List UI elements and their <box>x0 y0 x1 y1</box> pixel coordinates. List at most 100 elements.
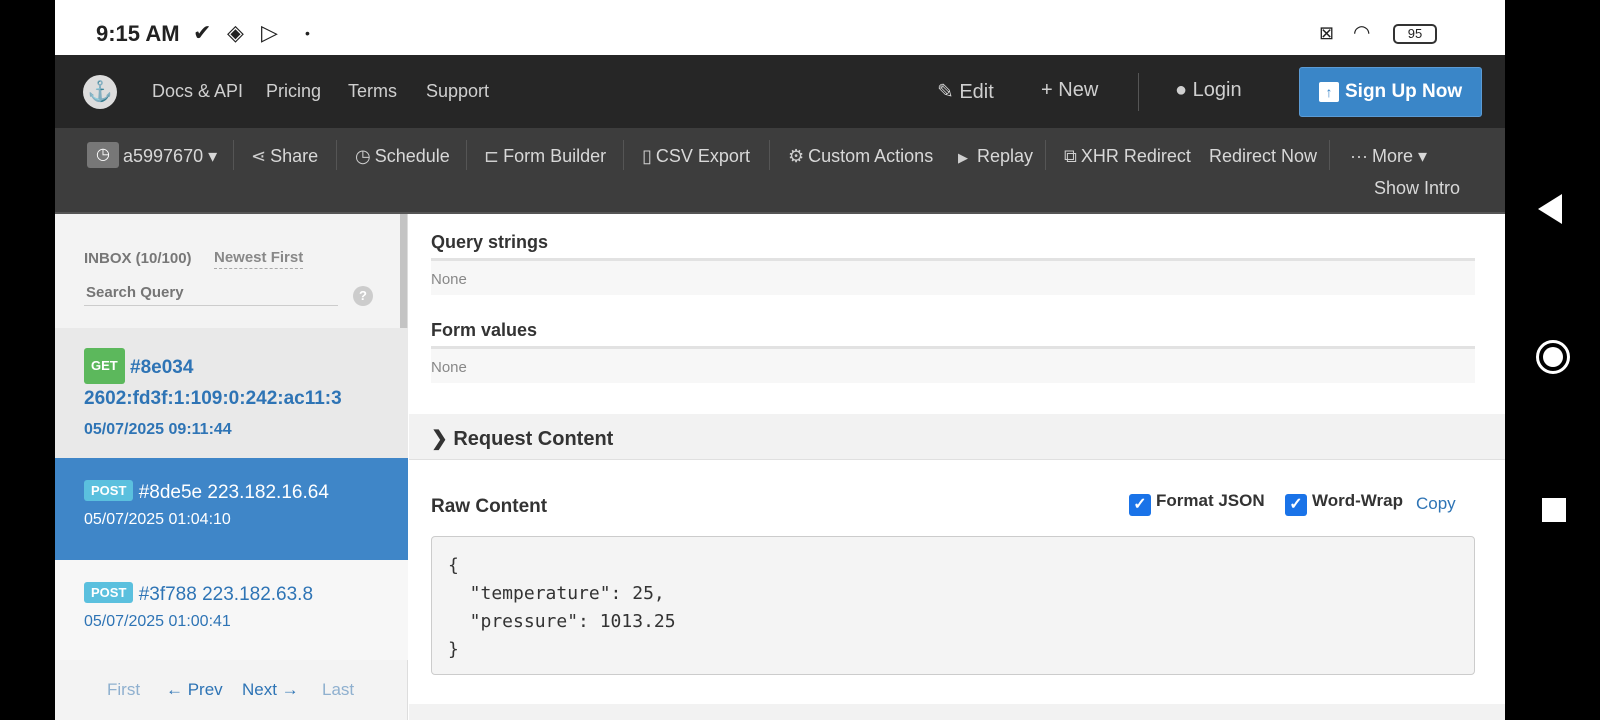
request-date: 05/07/2025 01:00:41 <box>84 613 231 630</box>
edit-button-label: Edit <box>959 81 994 103</box>
no-sim-icon: ⊠ <box>1319 23 1335 43</box>
layers-icon: ◈ <box>227 20 244 45</box>
caret-down-icon: ▾ <box>1418 146 1428 166</box>
status-time: 9:15 AM <box>96 21 180 46</box>
nav-divider <box>1138 73 1139 111</box>
request-date: 05/07/2025 09:11:44 <box>84 421 232 438</box>
toolbar-divider <box>233 140 234 170</box>
schedule-label: Schedule <box>374 146 450 166</box>
pager-first[interactable]: First <box>107 680 140 700</box>
pager-next[interactable]: Next → <box>242 680 299 700</box>
form-values-heading: Form values <box>431 320 538 340</box>
csv-export-button[interactable]: ▯ CSV Export <box>642 146 750 167</box>
toolbar-divider <box>466 140 467 170</box>
show-intro-link[interactable]: Show Intro <box>1374 178 1460 199</box>
token-id: a5997670 <box>123 146 204 166</box>
home-icon[interactable] <box>1536 340 1570 374</box>
external-link-icon: ⧉ <box>1064 146 1077 166</box>
replay-button[interactable]: ▶ Replay <box>958 146 1033 167</box>
login-button[interactable]: ● Login <box>1175 79 1242 102</box>
dot-icon: • <box>305 25 310 41</box>
search-query-input[interactable] <box>84 280 338 306</box>
format-json-checkbox[interactable]: ✓ Format JSON <box>1129 491 1265 516</box>
token-dropdown[interactable]: a5997670 ▾ <box>123 146 217 167</box>
form-icon: ⊏ <box>484 146 500 166</box>
raw-content-heading: Raw Content <box>431 496 548 517</box>
request-content-title: Request Content <box>453 428 614 450</box>
nav-docs-api[interactable]: Docs & API <box>152 81 243 102</box>
token-toolbar: ◷ a5997670 ▾ ⋖ Share ◷ Schedule ⊏ Form Buil… <box>55 128 1505 214</box>
request-content-header[interactable]: ❯ Request Content <box>409 414 1505 460</box>
wifi-icon: ◠ <box>1353 22 1371 44</box>
checkmark-icon: ✓ <box>1129 494 1151 516</box>
gear-icon: ⚙ <box>788 146 805 166</box>
xhr-redirect-button[interactable]: ⧉ XHR Redirect <box>1064 146 1191 167</box>
new-button-label: New <box>1058 79 1099 101</box>
form-values-value: None <box>431 346 1475 383</box>
help-icon[interactable]: ? <box>353 286 373 306</box>
more-label: More <box>1371 146 1413 166</box>
pager-last[interactable]: Last <box>322 680 354 700</box>
clock-icon: ◷ <box>87 142 119 168</box>
redirect-now-button[interactable]: Redirect Now <box>1209 146 1317 167</box>
request-item[interactable]: GET #8e034 2602:fd3f:1:109:0:242:ac11:3 0… <box>55 328 408 458</box>
share-label: Share <box>270 146 319 166</box>
clock-outline-icon: ◷ <box>355 146 371 166</box>
nav-terms[interactable]: Terms <box>348 81 397 102</box>
login-button-label: Login <box>1192 79 1242 101</box>
request-detail: Query strings None Form values None ❯ Re… <box>409 214 1505 720</box>
sign-up-button[interactable]: ↑ Sign Up Now <box>1299 67 1482 117</box>
share-button[interactable]: ⋖ Share <box>251 146 318 167</box>
edit-button[interactable]: ✎ Edit <box>937 79 994 104</box>
format-json-label: Format JSON <box>1156 491 1265 510</box>
form-builder-button[interactable]: ⊏ Form Builder <box>484 146 606 167</box>
replay-label: Replay <box>977 146 1034 166</box>
raw-content-box[interactable]: { "temperature": 25, "pressure": 1013.25… <box>431 536 1475 675</box>
request-date: 05/07/2025 01:04:10 <box>84 511 231 528</box>
file-icon: ▯ <box>642 146 652 166</box>
query-strings-value: None <box>431 258 1475 295</box>
schedule-button[interactable]: ◷ Schedule <box>355 146 450 167</box>
nav-pricing[interactable]: Pricing <box>266 81 321 102</box>
ellipsis-icon: ··· <box>1350 146 1368 166</box>
request-id: #8de5e <box>138 482 203 503</box>
copy-button[interactable]: Copy <box>1416 494 1456 514</box>
home-icon-dot <box>1543 347 1563 367</box>
query-strings-heading: Query strings <box>431 232 549 252</box>
new-button[interactable]: + New <box>1041 79 1098 102</box>
sign-up-label: Sign Up Now <box>1345 81 1463 102</box>
nav-support[interactable]: Support <box>426 81 489 102</box>
toolbar-divider <box>623 140 624 170</box>
word-wrap-checkbox[interactable]: ✓ Word-Wrap <box>1285 491 1403 516</box>
request-ip: 2602:fd3f:1:109:0:242:ac11:3 <box>84 388 342 409</box>
recents-icon[interactable] <box>1542 498 1566 522</box>
user-icon: ● <box>1175 79 1188 101</box>
play-store-icon: ▷ <box>261 20 278 45</box>
method-badge: POST <box>84 480 134 501</box>
request-ip: 223.182.16.64 <box>207 482 329 503</box>
check-icon: ✔ <box>193 20 212 45</box>
pager-prev[interactable]: ← Prev <box>166 680 223 700</box>
inbox-count: INBOX (10/100) <box>84 250 192 267</box>
caret-down-icon: ▾ <box>208 146 218 166</box>
status-bar: 9:15 AM ✔ ◈ ▷ • ⊠ ◠ 95 <box>55 0 1505 55</box>
toolbar-divider <box>769 140 770 170</box>
browser-screen: 9:15 AM ✔ ◈ ▷ • ⊠ ◠ 95 ⚓ Docs & API Pric… <box>55 0 1505 720</box>
request-id: #8e034 <box>130 357 194 378</box>
logo-icon[interactable]: ⚓ <box>83 75 117 109</box>
custom-actions-button[interactable]: ⚙ Custom Actions <box>788 146 933 167</box>
request-item[interactable]: POST #3f788 223.182.63.8 05/07/2025 01:0… <box>55 560 408 660</box>
xhr-redirect-label: XHR Redirect <box>1080 146 1191 166</box>
method-badge: GET <box>84 348 125 384</box>
play-icon: ▶ <box>958 150 968 165</box>
toolbar-divider <box>1045 140 1046 170</box>
sort-dropdown[interactable]: Newest First <box>214 249 304 269</box>
back-icon[interactable] <box>1538 194 1562 224</box>
upload-icon: ↑ <box>1319 82 1339 102</box>
word-wrap-label: Word-Wrap <box>1312 491 1403 510</box>
request-item-selected[interactable]: POST #8de5e 223.182.16.64 05/07/2025 01:… <box>55 458 408 560</box>
top-navigation: ⚓ Docs & API Pricing Terms Support ✎ Edi… <box>55 55 1505 128</box>
checkmark-icon: ✓ <box>1285 494 1307 516</box>
battery-icon: 95 <box>1393 24 1437 44</box>
more-dropdown[interactable]: ··· More ▾ <box>1350 146 1427 167</box>
